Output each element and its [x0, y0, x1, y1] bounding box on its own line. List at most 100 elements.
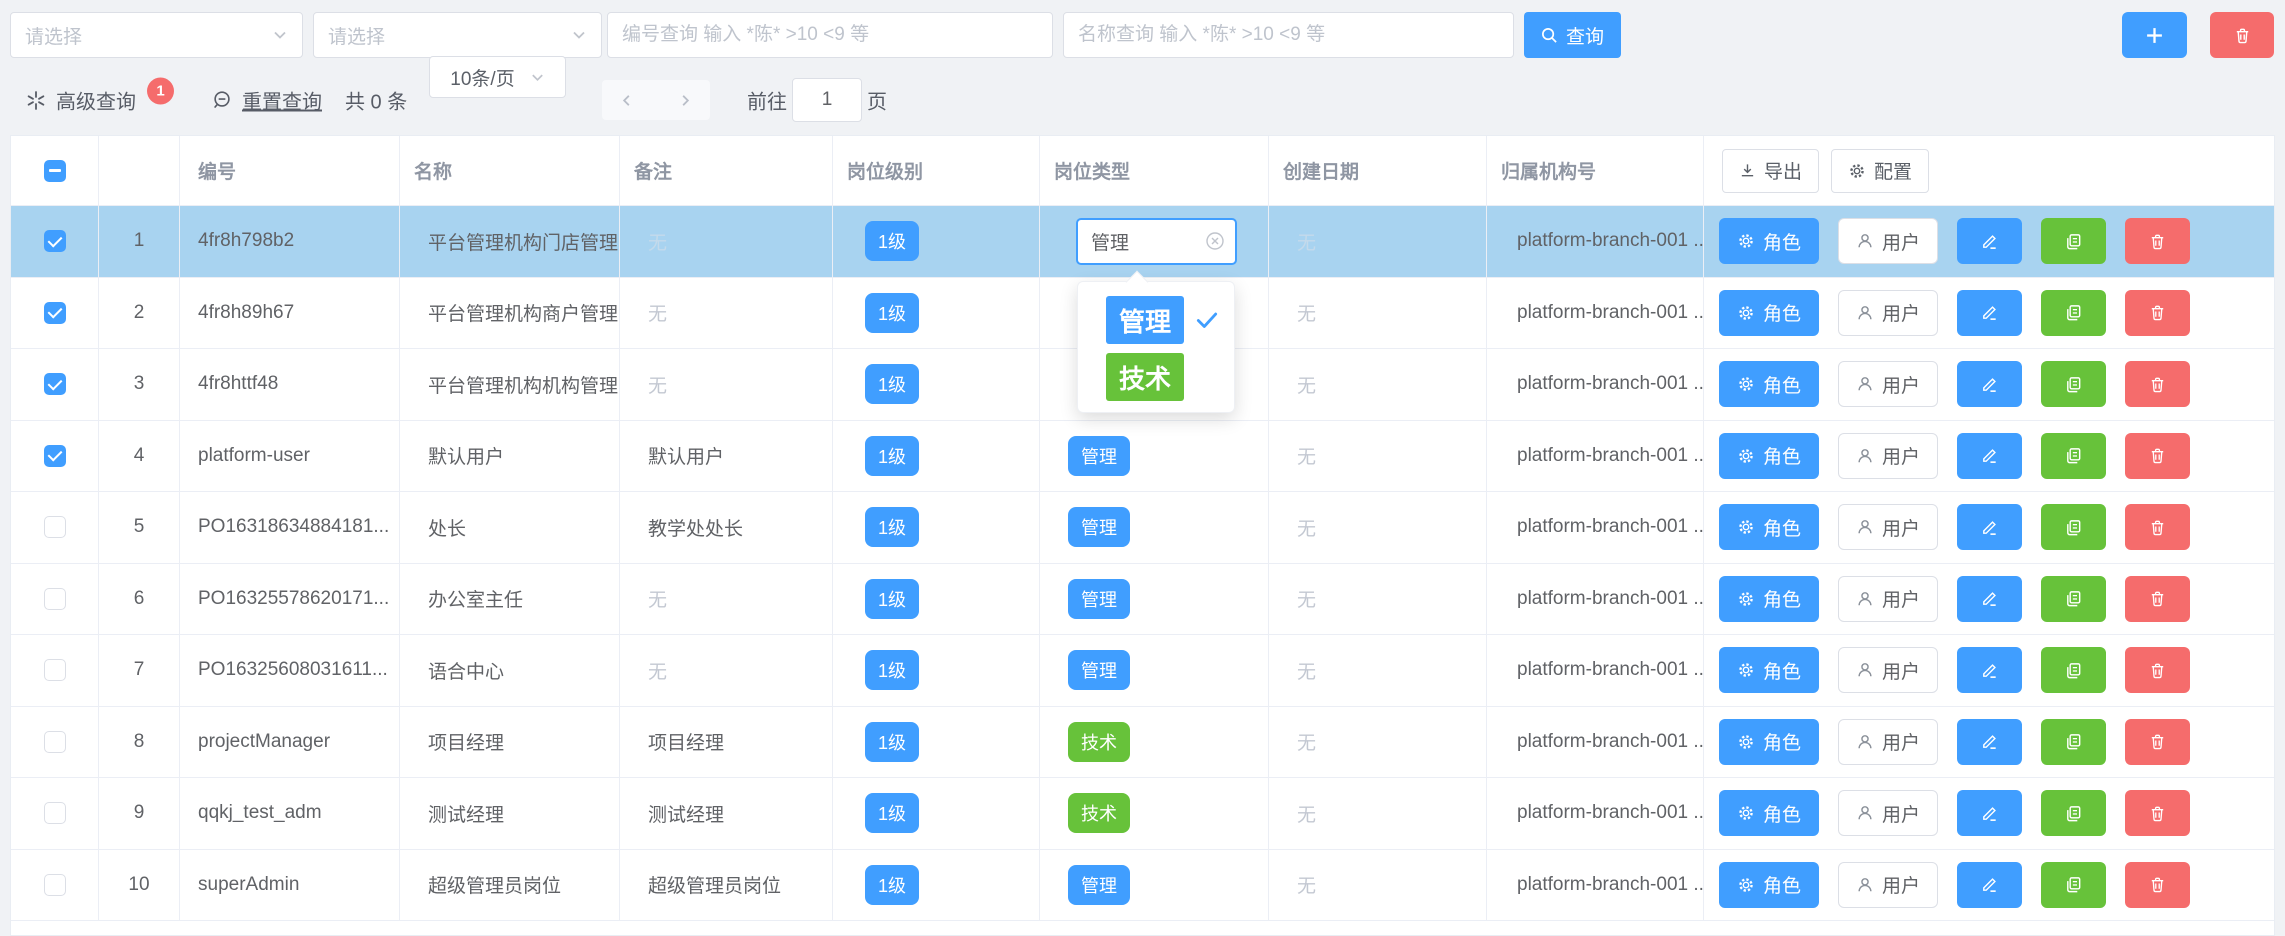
name-cell: 项目经理	[400, 707, 620, 779]
user-button[interactable]: 用户	[1838, 862, 1938, 908]
dropdown-option-manage[interactable]: 管理	[1106, 296, 1234, 344]
copy-button[interactable]	[2041, 719, 2106, 765]
role-button-label: 角色	[1763, 800, 1801, 827]
user-button-label: 用户	[1882, 728, 1920, 755]
edit-button[interactable]	[1957, 647, 2022, 693]
edit-button[interactable]	[1957, 790, 2022, 836]
copy-button[interactable]	[2041, 433, 2106, 479]
role-button[interactable]: 角色	[1719, 647, 1819, 693]
filter-select-2[interactable]: 请选择	[313, 12, 602, 58]
name-cell: 平台管理机构门店管理员	[400, 206, 620, 278]
delete-row-button[interactable]	[2125, 504, 2190, 550]
edit-button[interactable]	[1957, 862, 2022, 908]
next-page-button[interactable]	[661, 80, 711, 120]
copy-button[interactable]	[2041, 218, 2106, 264]
edit-button[interactable]	[1957, 218, 2022, 264]
row-checkbox[interactable]	[44, 516, 66, 538]
role-button[interactable]: 角色	[1719, 719, 1819, 765]
prev-page-button[interactable]	[602, 80, 652, 120]
user-button-label: 用户	[1882, 228, 1920, 255]
edit-button[interactable]	[1957, 433, 2022, 479]
edit-button[interactable]	[1957, 576, 2022, 622]
copy-icon	[2064, 875, 2083, 894]
copy-button[interactable]	[2041, 576, 2106, 622]
delete-row-button[interactable]	[2125, 290, 2190, 336]
edit-button[interactable]	[1957, 290, 2022, 336]
row-checkbox[interactable]	[44, 731, 66, 753]
advanced-query-link[interactable]: 高级查询 1	[25, 86, 174, 115]
row-checkbox[interactable]	[44, 802, 66, 824]
role-button[interactable]: 角色	[1719, 504, 1819, 550]
delete-row-button[interactable]	[2125, 576, 2190, 622]
user-button[interactable]: 用户	[1838, 433, 1938, 479]
copy-button[interactable]	[2041, 790, 2106, 836]
user-button[interactable]: 用户	[1838, 218, 1938, 264]
add-button[interactable]	[2122, 12, 2187, 58]
copy-button[interactable]	[2041, 290, 2106, 336]
role-button[interactable]: 角色	[1719, 790, 1819, 836]
row-checkbox[interactable]	[44, 302, 66, 324]
user-button[interactable]: 用户	[1838, 576, 1938, 622]
created-cell: 无	[1269, 278, 1487, 350]
user-button[interactable]: 用户	[1838, 647, 1938, 693]
select-all-checkbox[interactable]	[44, 160, 66, 182]
code-search-input[interactable]	[607, 12, 1053, 58]
row-checkbox[interactable]	[44, 588, 66, 610]
copy-button[interactable]	[2041, 361, 2106, 407]
remark-cell: 无	[620, 278, 833, 350]
copy-button[interactable]	[2041, 647, 2106, 693]
table-row: 1 4fr8h798b2 平台管理机构门店管理员 无 1级 管理 无 platf…	[11, 206, 2274, 278]
delete-row-button[interactable]	[2125, 647, 2190, 693]
config-button[interactable]: 配置	[1831, 149, 1929, 193]
edit-button[interactable]	[1957, 361, 2022, 407]
user-button[interactable]: 用户	[1838, 290, 1938, 336]
role-button[interactable]: 角色	[1719, 576, 1819, 622]
delete-button[interactable]	[2210, 12, 2274, 58]
role-button[interactable]: 角色	[1719, 218, 1819, 264]
role-button[interactable]: 角色	[1719, 361, 1819, 407]
row-checkbox[interactable]	[44, 445, 66, 467]
type-editor[interactable]: 管理	[1076, 218, 1237, 265]
role-button[interactable]: 角色	[1719, 290, 1819, 336]
role-button[interactable]: 角色	[1719, 433, 1819, 479]
edit-button[interactable]	[1957, 719, 2022, 765]
page-size-select[interactable]: 10条/页	[429, 56, 566, 98]
search-button[interactable]: 查询	[1524, 12, 1621, 58]
delete-row-button[interactable]	[2125, 719, 2190, 765]
delete-row-button[interactable]	[2125, 361, 2190, 407]
delete-row-button[interactable]	[2125, 218, 2190, 264]
row-checkbox[interactable]	[44, 373, 66, 395]
goto-page-input[interactable]	[792, 78, 862, 122]
table-row: 7 PO16325608031611... 语合中心 无 1级 管理 管理 无 …	[11, 635, 2274, 707]
copy-button[interactable]	[2041, 504, 2106, 550]
table-row: 8 projectManager 项目经理 项目经理 1级 技术 管理 无 pl…	[11, 707, 2274, 779]
delete-row-button[interactable]	[2125, 790, 2190, 836]
clear-icon[interactable]	[1205, 231, 1225, 251]
org-cell: platform-branch-001 ...	[1487, 278, 1704, 350]
row-index: 5	[99, 492, 180, 564]
gear-icon	[1737, 232, 1755, 250]
user-button[interactable]: 用户	[1838, 504, 1938, 550]
reset-query-link[interactable]: 重置查询	[212, 86, 322, 115]
row-checkbox[interactable]	[44, 659, 66, 681]
copy-button[interactable]	[2041, 862, 2106, 908]
delete-row-button[interactable]	[2125, 862, 2190, 908]
export-button[interactable]: 导出	[1722, 149, 1819, 193]
reset-query-label: 重置查询	[242, 86, 322, 115]
created-cell: 无	[1269, 778, 1487, 850]
filter-select-1[interactable]: 请选择	[10, 12, 303, 58]
name-cell: 默认用户	[400, 421, 620, 493]
edit-pencil-icon	[1980, 589, 1999, 608]
delete-row-button[interactable]	[2125, 433, 2190, 479]
name-search-input[interactable]	[1063, 12, 1514, 58]
edit-button[interactable]	[1957, 504, 2022, 550]
row-checkbox[interactable]	[44, 230, 66, 252]
user-button[interactable]: 用户	[1838, 361, 1938, 407]
header-index	[99, 136, 180, 206]
user-button[interactable]: 用户	[1838, 790, 1938, 836]
type-dropdown: 管理 技术	[1077, 281, 1235, 413]
row-checkbox[interactable]	[44, 874, 66, 896]
user-button[interactable]: 用户	[1838, 719, 1938, 765]
dropdown-option-tech[interactable]: 技术	[1106, 353, 1234, 401]
role-button[interactable]: 角色	[1719, 862, 1819, 908]
